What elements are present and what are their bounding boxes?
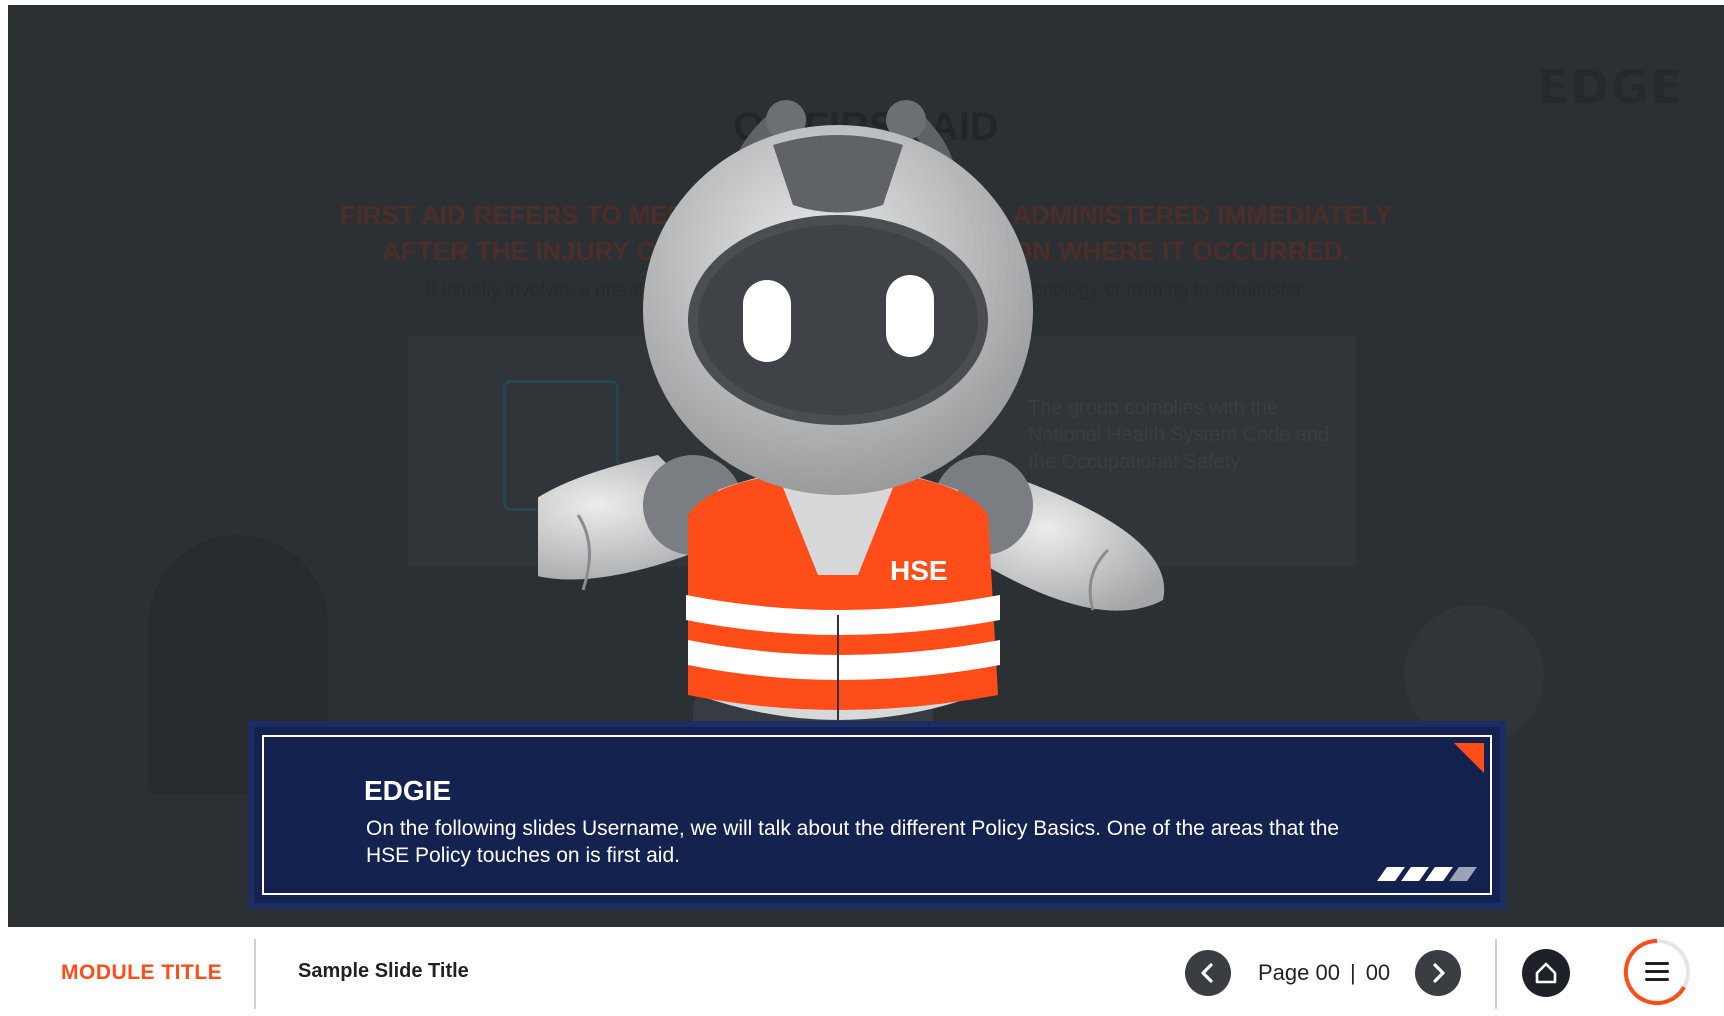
menu-button[interactable]: [1622, 937, 1692, 1007]
page-total: 00: [1365, 960, 1391, 985]
home-icon: [1535, 962, 1557, 984]
page-current: Page 00: [1258, 960, 1340, 985]
home-button[interactable]: [1522, 949, 1570, 997]
dialog-frame: EDGIE On the following slides Username, …: [262, 735, 1492, 895]
edgie-robot-mascot: HSE: [538, 100, 1165, 805]
dialog-stripes-decoration: [1377, 867, 1477, 881]
slide-canvas: EDGE ON FIRST AID FIRST AID REFERS TO ME…: [8, 5, 1724, 927]
dialog-message: On the following slides Username, we wil…: [366, 817, 1340, 867]
next-page-button[interactable]: [1415, 950, 1461, 996]
chevron-right-icon: [1433, 963, 1445, 983]
speaker-name: EDGIE: [364, 775, 452, 806]
course-player: EDGE ON FIRST AID FIRST AID REFERS TO ME…: [0, 0, 1724, 1016]
previous-page-button[interactable]: [1185, 950, 1231, 996]
hamburger-menu-icon: [1623, 938, 1690, 1005]
slide-title: Sample Slide Title: [298, 960, 469, 982]
bottom-nav-bar: MODULE TITLE Sample Slide Title Page 00 …: [8, 927, 1724, 1016]
divider: [254, 939, 256, 1009]
dialog-corner-accent: [1454, 743, 1484, 773]
divider: [1495, 939, 1497, 1009]
page-indicator: Page 00 | 00: [1258, 960, 1390, 986]
vest-label: HSE: [890, 555, 948, 586]
background-mascot-figure: [1404, 605, 1544, 745]
module-title: MODULE TITLE: [61, 961, 223, 984]
page-separator: |: [1349, 960, 1356, 985]
chevron-left-icon: [1201, 963, 1213, 983]
dialog-box: EDGIE On the following slides Username, …: [254, 727, 1500, 903]
